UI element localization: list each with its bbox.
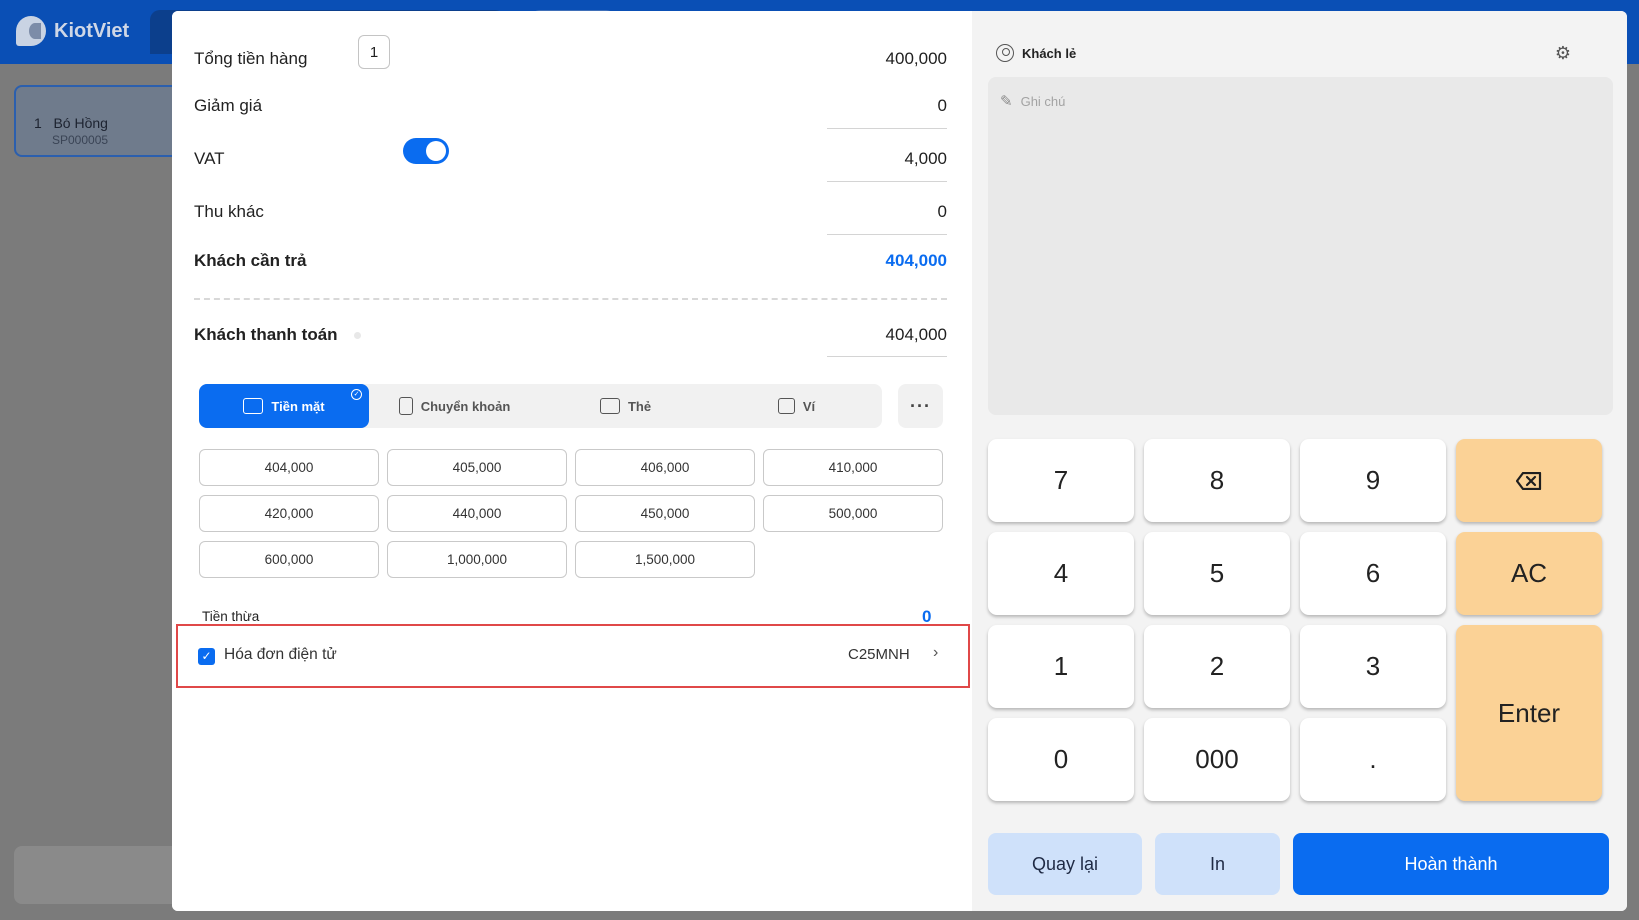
e-invoice-checkbox[interactable]: ✓ xyxy=(198,648,215,665)
payment-summary-panel: Tổng tiền hàng 400,000 1 Giảm giá 0 VAT … xyxy=(172,11,972,911)
amount-due-value: 404,000 xyxy=(885,251,947,270)
customer-paid-input[interactable]: 404,000 xyxy=(886,325,947,345)
note-field[interactable]: ✎ Ghi chú xyxy=(988,77,1613,415)
numeric-keypad: 7 8 9 4 5 6 AC 1 2 3 Enter 0 000 . xyxy=(988,439,1613,814)
kiotviet-logo-icon xyxy=(16,16,46,46)
quick-amount-button[interactable]: 410,000 xyxy=(763,449,943,486)
e-invoice-label: Hóa đơn điện tử xyxy=(224,646,337,663)
key-0[interactable]: 0 xyxy=(988,718,1134,801)
customer-selector[interactable]: Khách lẻ xyxy=(996,44,1076,62)
quick-amount-button[interactable]: 450,000 xyxy=(575,495,755,532)
tab-wallet-label: Ví xyxy=(802,398,816,414)
discount-label: Giảm giá xyxy=(194,96,263,115)
vat-underline xyxy=(827,181,947,182)
quick-amount-button[interactable]: 500,000 xyxy=(763,495,943,532)
quick-amount-button[interactable]: 404,000 xyxy=(199,449,379,486)
print-button[interactable]: In xyxy=(1155,833,1280,895)
backspace-button[interactable] xyxy=(1456,439,1602,522)
discount-row[interactable]: Giảm giá 0 xyxy=(194,96,947,116)
quick-amount-button[interactable]: 406,000 xyxy=(575,449,755,486)
other-income-input[interactable]: 0 xyxy=(938,202,947,222)
note-header: ✎ Ghi chú xyxy=(1000,92,1065,110)
amount-due-row: Khách cần trả 404,000 xyxy=(194,251,947,271)
total-goods-value: 400,000 xyxy=(885,49,947,68)
quick-amount-button[interactable]: 440,000 xyxy=(387,495,567,532)
discount-underline xyxy=(827,128,947,129)
key-decimal[interactable]: . xyxy=(1300,718,1446,801)
discount-input[interactable]: 0 xyxy=(938,96,947,116)
paid-indicator-dot xyxy=(353,331,361,339)
change-label: Tiền thừa xyxy=(202,609,260,624)
key-2[interactable]: 2 xyxy=(1144,625,1290,708)
pencil-icon: ✎ xyxy=(1000,93,1013,110)
note-placeholder: Ghi chú xyxy=(1020,93,1066,109)
key-9[interactable]: 9 xyxy=(1300,439,1446,522)
more-methods-button[interactable]: ··· xyxy=(898,384,943,428)
e-invoice-row[interactable]: ✓ Hóa đơn điện tử C25MNH › xyxy=(176,624,970,688)
cart-item-code: SP000005 xyxy=(52,133,109,147)
transfer-icon xyxy=(398,397,413,415)
gear-icon[interactable]: ⚙ xyxy=(1553,43,1573,63)
selected-check-icon: ✓ xyxy=(351,389,362,400)
chevron-right-icon[interactable]: › xyxy=(933,644,938,662)
other-income-row[interactable]: Thu khác 0 xyxy=(194,202,947,222)
total-goods-row: Tổng tiền hàng 400,000 xyxy=(194,49,947,69)
quick-amount-button[interactable]: 600,000 xyxy=(199,541,379,578)
back-button[interactable]: Quay lại xyxy=(988,833,1142,895)
vat-label: VAT xyxy=(194,149,225,168)
key-5[interactable]: 5 xyxy=(1144,532,1290,615)
cart-item-index: 1 xyxy=(34,115,42,131)
vat-row: VAT 4,000 xyxy=(194,149,947,169)
tab-transfer-label: Chuyển khoản xyxy=(420,398,511,414)
card-icon xyxy=(599,398,620,414)
other-income-label: Thu khác xyxy=(194,202,264,221)
customer-name: Khách lẻ xyxy=(1022,45,1077,61)
quick-amount-button[interactable]: 405,000 xyxy=(387,449,567,486)
quick-amount-button[interactable]: 1,500,000 xyxy=(575,541,755,578)
customer-paid-label: Khách thanh toán xyxy=(194,325,338,344)
key-4[interactable]: 4 xyxy=(988,532,1134,615)
clear-button[interactable]: AC xyxy=(1456,532,1602,615)
keypad-panel: Khách lẻ ⚙ ✎ Ghi chú 7 8 9 4 5 6 AC 1 2 … xyxy=(972,11,1627,911)
payment-dialog: Tổng tiền hàng 400,000 1 Giảm giá 0 VAT … xyxy=(172,11,1627,911)
payment-method-tabs: Tiền mặt ✓ Chuyển khoản Thẻ Ví xyxy=(199,384,882,428)
total-goods-label: Tổng tiền hàng xyxy=(194,49,308,68)
tab-transfer[interactable]: Chuyển khoản xyxy=(369,384,540,428)
vat-value[interactable]: 4,000 xyxy=(904,149,947,169)
brand-logo: KiotViet xyxy=(16,16,129,46)
key-6[interactable]: 6 xyxy=(1300,532,1446,615)
cash-icon xyxy=(243,398,264,414)
tab-cash[interactable]: Tiền mặt ✓ xyxy=(199,384,369,428)
e-invoice-code: C25MNH xyxy=(848,646,910,663)
key-8[interactable]: 8 xyxy=(1144,439,1290,522)
vat-toggle[interactable] xyxy=(403,138,449,164)
cart-item-name: Bó Hồng xyxy=(53,115,108,131)
summary-divider xyxy=(194,298,947,300)
key-3[interactable]: 3 xyxy=(1300,625,1446,708)
key-000[interactable]: 000 xyxy=(1144,718,1290,801)
key-1[interactable]: 1 xyxy=(988,625,1134,708)
customer-paid-row[interactable]: Khách thanh toán 404,000 xyxy=(194,325,947,345)
complete-button[interactable]: Hoàn thành xyxy=(1293,833,1609,895)
quick-amount-button[interactable]: 1,000,000 xyxy=(387,541,567,578)
other-income-underline xyxy=(827,234,947,235)
tab-card[interactable]: Thẻ xyxy=(540,384,711,428)
brand-name: KiotViet xyxy=(54,19,130,42)
user-icon xyxy=(996,44,1014,62)
quick-amount-button[interactable]: 420,000 xyxy=(199,495,379,532)
enter-button[interactable]: Enter xyxy=(1456,625,1602,801)
customer-paid-underline xyxy=(827,356,947,357)
tab-wallet[interactable]: Ví xyxy=(711,384,882,428)
tab-card-label: Thẻ xyxy=(627,398,652,414)
amount-due-label: Khách cần trả xyxy=(194,251,307,270)
total-goods-qty: 1 xyxy=(358,35,390,69)
key-7[interactable]: 7 xyxy=(988,439,1134,522)
quick-amount-grid: 404,000 405,000 406,000 410,000 420,000 … xyxy=(199,449,951,578)
tab-cash-label: Tiền mặt xyxy=(271,398,325,414)
backspace-icon xyxy=(1516,471,1542,490)
wallet-icon xyxy=(777,398,795,414)
